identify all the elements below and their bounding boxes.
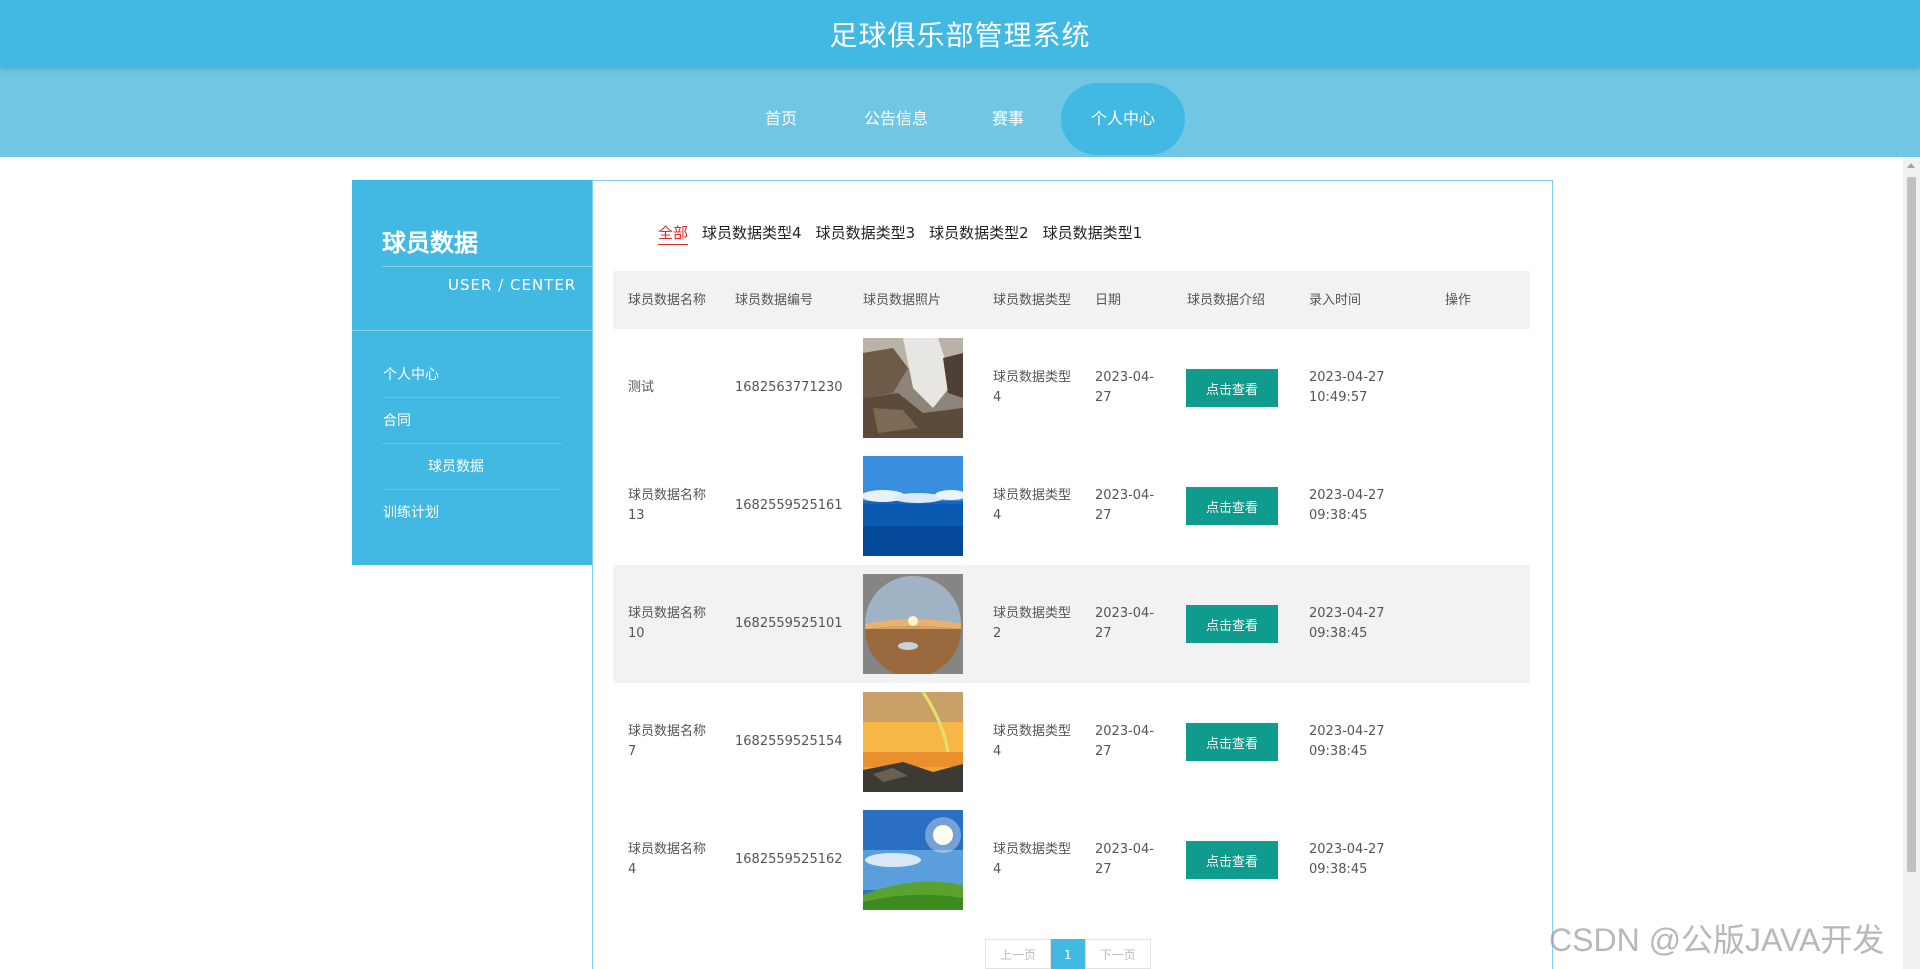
- cell-name: 球员数据名称10: [628, 606, 707, 641]
- cell-created: 2023-04-27 09:38:45: [1309, 488, 1385, 523]
- filter-type-2[interactable]: 球员数据类型2: [929, 221, 1029, 245]
- view-intro-button[interactable]: 点击查看: [1186, 841, 1278, 879]
- cell-code: 1682559525154: [735, 734, 843, 749]
- filter-type-3[interactable]: 球员数据类型3: [816, 221, 916, 245]
- column-header-date: 日期: [1095, 292, 1122, 308]
- next-page-button[interactable]: 下一页: [1084, 939, 1151, 969]
- scroll-up-arrow-icon[interactable]: [1907, 163, 1915, 168]
- cell-created: 2023-04-27 09:38:45: [1309, 842, 1385, 877]
- content-panel: 全部 球员数据类型4 球员数据类型3 球员数据类型2 球员数据类型1 球员数据名…: [592, 180, 1553, 969]
- cell-code: 1682563771230: [735, 380, 843, 395]
- sidebar-item-training-plan[interactable]: 训练计划: [352, 490, 592, 536]
- prev-page-button[interactable]: 上一页: [985, 939, 1052, 969]
- filter-type-4[interactable]: 球员数据类型4: [702, 221, 802, 245]
- waterfall-cliff-photo[interactable]: [863, 338, 963, 438]
- csdn-watermark: CSDN @公版JAVA开发: [1549, 922, 1885, 958]
- pagination: 上一页 1 下一页: [985, 939, 1151, 969]
- green-hill-sunny-sky-photo[interactable]: [863, 810, 963, 910]
- column-header-intro: 球员数据介绍: [1187, 292, 1266, 308]
- cell-intro: 点击查看: [1186, 447, 1286, 565]
- table-row: 球员数据名称4 1682559525162 球员数据类型4 2023-04-27…: [613, 801, 1530, 919]
- cell-name: 球员数据名称4: [628, 842, 707, 877]
- sidebar-divider: [382, 266, 592, 267]
- player-data-table: 球员数据名称 球员数据编号 球员数据照片 球员数据类型 日期 球员数据介绍 录入…: [613, 271, 1530, 919]
- cell-intro: 点击查看: [1186, 329, 1286, 447]
- app-title: 足球俱乐部管理系统: [829, 19, 1091, 52]
- sidebar-item-player-data[interactable]: 球员数据: [352, 444, 592, 490]
- cell-name: 球员数据名称13: [628, 488, 707, 523]
- blue-sea-sky-photo[interactable]: [863, 456, 963, 556]
- page-1-button[interactable]: 1: [1051, 939, 1085, 969]
- cell-code: 1682559525161: [735, 498, 843, 513]
- cell-created: 2023-04-27 09:38:45: [1309, 724, 1385, 759]
- scrollbar-thumb[interactable]: [1907, 177, 1916, 872]
- page-scrollbar[interactable]: [1903, 157, 1920, 969]
- filter-all[interactable]: 全部: [658, 221, 689, 245]
- cell-date: 2023-04-27: [1095, 488, 1155, 523]
- sidebar-item-user-center[interactable]: 个人中心: [352, 352, 592, 398]
- cell-created: 2023-04-27 09:38:45: [1309, 606, 1385, 641]
- table-row: 球员数据名称7 1682559525154 球员数据类型4 2023-04-27…: [613, 683, 1530, 801]
- cell-intro: 点击查看: [1186, 683, 1286, 801]
- type-filter-bar: 全部 球员数据类型4 球员数据类型3 球员数据类型2 球员数据类型1: [658, 221, 1142, 245]
- sidebar: 球员数据 USER / CENTER 个人中心 合同 球员数据 训练计划: [352, 180, 592, 565]
- cell-type: 球员数据类型2: [993, 606, 1072, 641]
- sidebar-subtitle: USER / CENTER: [448, 276, 577, 294]
- cell-date: 2023-04-27: [1095, 606, 1155, 641]
- nav-home[interactable]: 首页: [738, 83, 824, 155]
- nav-notice[interactable]: 公告信息: [846, 83, 946, 155]
- table-header: 球员数据名称 球员数据编号 球员数据照片 球员数据类型 日期 球员数据介绍 录入…: [613, 271, 1530, 329]
- cell-type: 球员数据类型4: [993, 724, 1072, 759]
- view-intro-button[interactable]: 点击查看: [1186, 369, 1278, 407]
- nav-user-center[interactable]: 个人中心: [1061, 83, 1185, 155]
- table-row: 测试 1682563771230 球员数据类型4 2023-04-27 点击查看…: [613, 329, 1530, 447]
- view-intro-button[interactable]: 点击查看: [1186, 487, 1278, 525]
- sidebar-item-contract[interactable]: 合同: [352, 398, 592, 444]
- cell-name: 球员数据名称7: [628, 724, 707, 759]
- cell-intro: 点击查看: [1186, 801, 1286, 919]
- cell-type: 球员数据类型4: [993, 370, 1072, 405]
- cell-type: 球员数据类型4: [993, 842, 1072, 877]
- cell-code: 1682559525162: [735, 852, 843, 867]
- view-intro-button[interactable]: 点击查看: [1186, 605, 1278, 643]
- desert-sunset-round-photo[interactable]: [863, 574, 963, 674]
- cell-date: 2023-04-27: [1095, 724, 1155, 759]
- cell-created: 2023-04-27 10:49:57: [1309, 370, 1385, 405]
- column-header-code: 球员数据编号: [735, 292, 814, 308]
- column-header-actions: 操作: [1445, 292, 1472, 308]
- table-row: 球员数据名称10 1682559525101 球员数据类型2 2023-04-2…: [613, 565, 1530, 683]
- sidebar-divider: [352, 330, 592, 331]
- view-intro-button[interactable]: 点击查看: [1186, 723, 1278, 761]
- rainbow-sunset-coast-photo[interactable]: [863, 692, 963, 792]
- column-header-name: 球员数据名称: [628, 292, 707, 308]
- column-header-type: 球员数据类型: [993, 292, 1072, 308]
- cell-date: 2023-04-27: [1095, 370, 1155, 405]
- sidebar-title: 球员数据: [382, 229, 478, 257]
- table-row: 球员数据名称13 1682559525161 球员数据类型4 2023-04-2…: [613, 447, 1530, 565]
- cell-name: 测试: [628, 380, 655, 395]
- cell-code: 1682559525101: [735, 616, 843, 631]
- column-header-photo: 球员数据照片: [863, 292, 942, 308]
- main-nav: 首页 公告信息 赛事 个人中心: [0, 67, 1920, 157]
- nav-match[interactable]: 赛事: [968, 83, 1048, 155]
- cell-intro: 点击查看: [1186, 565, 1286, 683]
- column-header-created: 录入时间: [1309, 292, 1362, 308]
- cell-type: 球员数据类型4: [993, 488, 1072, 523]
- filter-type-1[interactable]: 球员数据类型1: [1043, 221, 1143, 245]
- cell-date: 2023-04-27: [1095, 842, 1155, 877]
- app-header: 足球俱乐部管理系统: [0, 0, 1920, 67]
